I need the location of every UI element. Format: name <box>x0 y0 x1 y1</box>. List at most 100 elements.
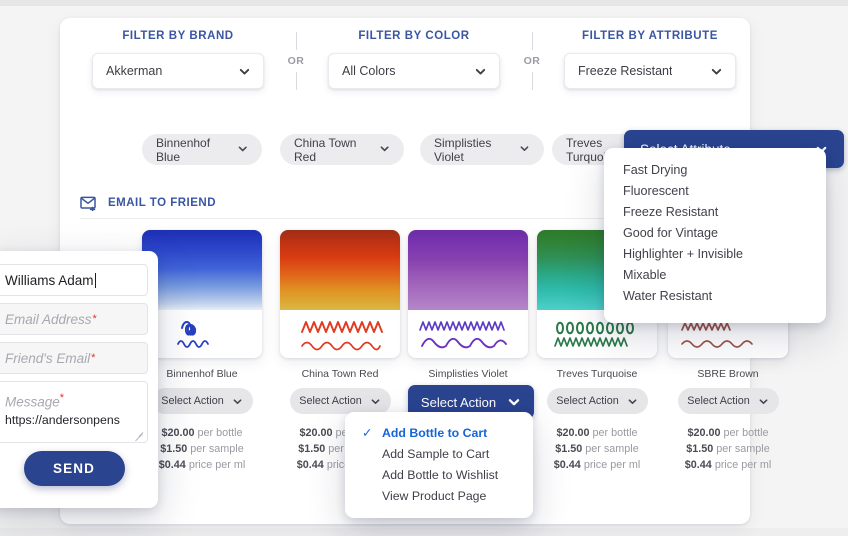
or-label: OR <box>523 55 541 67</box>
pill-label: Simplisties Violet <box>434 135 492 164</box>
pill-china-town-red[interactable]: China Town Red <box>280 134 404 165</box>
menu-item-good-for-vintage[interactable]: Good for Vintage <box>604 223 826 244</box>
chevron-down-icon <box>370 396 381 407</box>
check-icon: ✓ <box>362 426 373 440</box>
menu-item-label: Add Sample to Cart <box>382 447 490 461</box>
menu-item-highlighter-invisible[interactable]: Highlighter + Invisible <box>604 244 826 265</box>
menu-item-fast-drying[interactable]: Fast Drying <box>604 160 826 181</box>
price-amount: $1.50 <box>555 443 583 455</box>
chevron-down-icon <box>237 143 248 156</box>
select-action-label: Select Action <box>687 395 750 407</box>
chevron-down-icon <box>474 65 487 78</box>
select-action-button[interactable]: Select Action <box>546 388 648 414</box>
select-action-button[interactable]: Select Action <box>677 388 779 414</box>
price-unit: per sample <box>585 443 639 455</box>
price-unit: price per ml <box>583 459 641 471</box>
product-card-binnenhof-blue[interactable]: Binnenhof Blue Select Action $20.00 per … <box>142 230 262 473</box>
product-name: Treves Turquoise <box>556 368 638 380</box>
filter-group-brand: FILTER BY BRAND Akkerman <box>80 30 276 89</box>
product-name: China Town Red <box>301 368 379 380</box>
price-row: $20.00 per bottle <box>668 425 788 441</box>
product-swatch[interactable] <box>142 230 262 358</box>
screenshot-root: FILTER BY BRAND Akkerman OR FILTER BY CO… <box>0 0 848 536</box>
or-separator-2: OR <box>512 30 552 90</box>
price-row: $20.00 per bottle <box>537 425 657 441</box>
friend-email-field[interactable]: Friend's Email * <box>0 342 148 374</box>
menu-item-fluorescent[interactable]: Fluorescent <box>604 181 826 202</box>
menu-item-water-resistant[interactable]: Water Resistant <box>604 286 826 307</box>
price-row: $20.00 per bottle <box>142 425 262 441</box>
resize-grip-icon[interactable] <box>134 430 144 442</box>
filter-title-color: FILTER BY COLOR <box>358 30 470 42</box>
price-row: $0.44 price per ml <box>537 457 657 473</box>
text-cursor <box>94 272 96 288</box>
price-row: $1.50 per sample <box>537 441 657 457</box>
color-select[interactable]: All Colors <box>328 53 500 89</box>
or-separator-1: OR <box>276 30 316 90</box>
page-bottom-edge <box>0 528 848 536</box>
send-button[interactable]: SEND <box>23 451 125 486</box>
product-swatch[interactable] <box>280 230 400 358</box>
price-list: $20.00 per bottle $1.50 per sample $0.44… <box>537 425 657 473</box>
select-action-button[interactable]: Select Action <box>151 388 253 414</box>
required-marker: * <box>91 352 96 364</box>
email-to-friend-form: Williams Adam Email Address * Friend's Em… <box>0 251 158 508</box>
price-unit: per bottle <box>197 427 243 439</box>
pill-simplisties-violet[interactable]: Simplisties Violet <box>420 134 544 165</box>
menu-item-add-bottle-to-cart[interactable]: ✓ Add Bottle to Cart <box>345 423 533 444</box>
price-amount: $1.50 <box>160 443 188 455</box>
product-name: SBRE Brown <box>697 368 759 380</box>
menu-item-freeze-resistant[interactable]: Freeze Resistant <box>604 202 826 223</box>
attribute-select[interactable]: Freeze Resistant <box>564 53 736 89</box>
price-amount: $0.44 <box>553 459 581 471</box>
ink-writing-sample <box>408 310 528 358</box>
product-swatch[interactable] <box>408 230 528 358</box>
chevron-down-icon <box>627 396 638 407</box>
ink-wash-image <box>408 230 528 310</box>
select-action-label: Select Action <box>299 395 362 407</box>
menu-item-add-sample-to-cart[interactable]: Add Sample to Cart <box>345 444 533 465</box>
menu-item-add-bottle-to-wishlist[interactable]: Add Bottle to Wishlist <box>345 465 533 486</box>
price-unit: per sample <box>716 443 770 455</box>
chevron-down-icon <box>710 65 723 78</box>
email-address-field[interactable]: Email Address * <box>0 303 148 335</box>
price-row: $1.50 per sample <box>668 441 788 457</box>
name-field-value: Williams Adam <box>5 272 94 288</box>
price-unit: per sample <box>190 443 244 455</box>
price-list: $20.00 per bottle $1.50 per sample $0.44… <box>668 425 788 473</box>
required-marker: * <box>59 392 65 404</box>
message-placeholder: Message <box>5 394 60 410</box>
filter-title-attribute: FILTER BY ATTRIBUTE <box>582 30 718 42</box>
message-textarea[interactable]: Message* https://andersonpens <box>0 381 148 443</box>
price-unit: price per ml <box>714 459 772 471</box>
attribute-dropdown-menu[interactable]: Fast Drying Fluorescent Freeze Resistant… <box>604 148 826 323</box>
price-unit: per bottle <box>592 427 638 439</box>
or-rule-top <box>531 32 533 50</box>
menu-item-label: Add Bottle to Wishlist <box>382 468 499 482</box>
friend-email-placeholder: Friend's Email <box>5 350 91 366</box>
select-action-dropdown-menu[interactable]: ✓ Add Bottle to Cart Add Sample to Cart … <box>345 412 533 518</box>
or-rule-top <box>295 32 297 50</box>
envelope-plus-icon <box>80 196 99 212</box>
brand-select-value: Akkerman <box>106 64 163 78</box>
menu-item-mixable[interactable]: Mixable <box>604 265 826 286</box>
filter-group-color: FILTER BY COLOR All Colors <box>316 30 512 89</box>
menu-item-view-product-page[interactable]: View Product Page <box>345 486 533 507</box>
price-list: $20.00 per bottle $1.50 per sample $0.44… <box>142 425 262 473</box>
email-to-friend-label: EMAIL TO FRIEND <box>108 197 217 209</box>
chevron-down-icon <box>232 396 243 407</box>
price-unit: per bottle <box>723 427 769 439</box>
brand-select[interactable]: Akkerman <box>92 53 264 89</box>
select-action-button[interactable]: Select Action <box>289 388 391 414</box>
chevron-down-icon <box>238 65 251 78</box>
pill-binnenhof-blue[interactable]: Binnenhof Blue <box>142 134 262 165</box>
product-name: Binnenhof Blue <box>166 368 238 380</box>
select-action-label: Select Action <box>420 394 497 410</box>
page-top-edge <box>0 0 848 6</box>
price-amount: $20.00 <box>161 427 195 439</box>
price-row: $0.44 price per ml <box>668 457 788 473</box>
ink-wash-image <box>280 230 400 310</box>
name-field[interactable]: Williams Adam <box>0 264 148 296</box>
ink-wash-image <box>142 230 262 310</box>
message-placeholder-line: Message* <box>5 390 147 411</box>
